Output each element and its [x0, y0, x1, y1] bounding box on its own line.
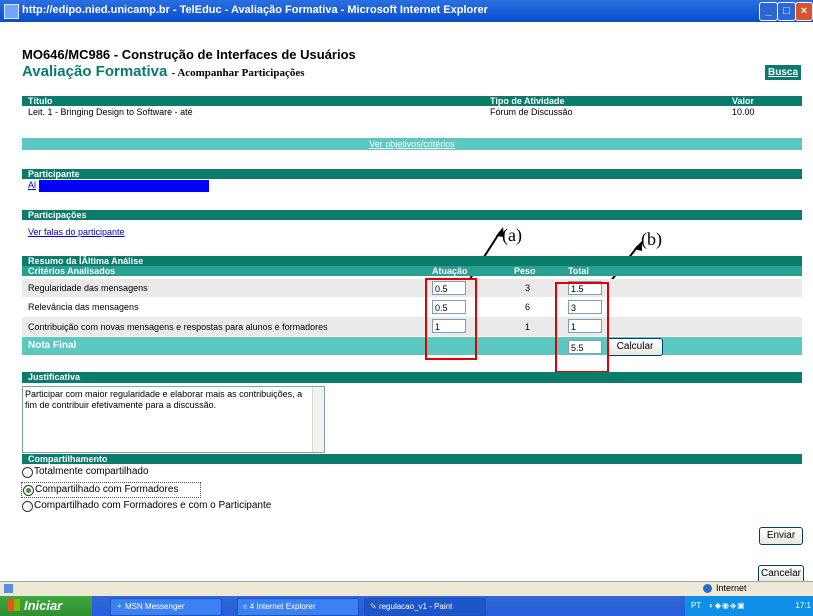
zone-label: Internet [716, 583, 747, 593]
sharing-option[interactable]: Totalmente compartilhado [22, 466, 802, 479]
participant-row: Al [22, 180, 802, 192]
clock: 17:1 [795, 601, 811, 610]
objectives-link[interactable]: Ver objetivos/critérios [369, 139, 455, 149]
justification-textarea[interactable]: Participar com maior regularidade e elab… [22, 386, 325, 453]
participant-name-link[interactable]: Al [28, 180, 36, 190]
col-criteria-label: Critérios Analisados [28, 266, 116, 276]
course-title: MO646/MC986 - Construção de Interfaces d… [22, 47, 356, 62]
activity-title: Leit. 1 - Bringing Design to Software - … [28, 107, 193, 117]
msn-icon: ✦ [116, 602, 123, 611]
view-posts-link[interactable]: Ver falas do participante [28, 227, 125, 237]
justification-text: Participar com maior regularidade e elab… [25, 389, 303, 410]
sharing-option[interactable]: Compartilhado com Formadores [21, 482, 201, 498]
minimize-button[interactable]: _ [759, 2, 778, 21]
criterion-label: Contribuição com novas mensagens e respo… [28, 322, 328, 332]
participant-header: Participante [22, 169, 802, 179]
window-titlebar[interactable]: http://edipo.nied.unicamp.br - TelEduc -… [0, 0, 813, 22]
summary-row: Regularidade das mensagens 0.5 3 1.5 [22, 279, 802, 297]
justification-scrollbar[interactable] [312, 387, 324, 452]
sharing-option-label: Compartilhado com Formadores [35, 484, 179, 495]
page-icon [4, 584, 13, 593]
send-button[interactable]: Enviar [759, 527, 803, 545]
maximize-button[interactable]: □ [777, 2, 796, 21]
language-indicator[interactable]: PT [691, 596, 701, 616]
col-weight-label: Peso [514, 266, 536, 276]
annotation-b: (b) [641, 229, 662, 249]
weight-value: 6 [525, 302, 531, 312]
col-total-label: Total [568, 266, 589, 276]
weight-value: 3 [525, 283, 531, 293]
ie-icon: e [243, 602, 248, 611]
taskbar-item-label: regulacao_v1 - Paint [378, 602, 453, 611]
criterion-label: Regularidade das mensagens [28, 283, 148, 293]
sharing-option[interactable]: Compartilhado com Formadores e com o Par… [22, 500, 802, 513]
summary-row: Contribuição com novas mensagens e respo… [22, 317, 802, 336]
weight-value: 1 [525, 322, 531, 332]
participant-name-redaction [39, 180, 209, 192]
start-label: Iniciar [24, 598, 63, 613]
section-title: Avaliação Formativa [22, 63, 168, 80]
sharing-header: Compartilhamento [22, 454, 802, 464]
sharing-option-label: Totalmente compartilhado [34, 466, 149, 477]
summary-column-header: Critérios Analisados Atuação Peso Total [22, 266, 802, 276]
col-score-label: Atuação [432, 266, 468, 276]
tray-icons[interactable]: ◐◆◉◈▣ [709, 596, 746, 616]
sharing-header-label: Compartilhamento [28, 454, 108, 464]
calculate-button[interactable]: Calcular [607, 338, 663, 356]
section-subtitle: - Acompanhar Participações [171, 67, 305, 79]
summary-header-label: Resumo da ÍÂltima Análise [28, 256, 144, 266]
activity-type: Fórum de Discussão [490, 107, 573, 117]
windows-logo-icon [8, 599, 20, 611]
summary-header: Resumo da ÍÂltima Análise [22, 256, 802, 266]
objectives-band: Ver objetivos/critérios [22, 138, 802, 150]
taskbar-item-paint[interactable]: ✎ regulacao_v1 - Paint [364, 598, 486, 616]
participant-header-label: Participante [28, 169, 80, 179]
sharing-radio-selected[interactable] [23, 485, 34, 496]
taskbar: Iniciar ✦ MSN Messenger e 4 Internet Exp… [0, 596, 813, 616]
participations-header: Participações [22, 210, 802, 220]
annotation-box-a [425, 278, 477, 360]
paint-icon: ✎ [370, 602, 377, 611]
annotation-box-b [555, 282, 609, 373]
justification-header-label: Justificativa [28, 372, 81, 382]
busca-link[interactable]: Busca [765, 65, 802, 80]
start-button[interactable]: Iniciar [0, 596, 92, 616]
page-title: Avaliação Formativa - Acompanhar Partici… [22, 63, 305, 80]
summary-row: Relevância das mensagens 0.5 6 3 [22, 298, 802, 316]
final-grade-label: Nota Final [28, 340, 77, 351]
col-title-label: Título [28, 96, 53, 106]
participations-header-label: Participações [28, 210, 87, 220]
ie-icon [4, 4, 19, 19]
activity-header-bar: Título Tipo de Atividade Valor [22, 96, 802, 106]
window-title: http://edipo.nied.unicamp.br - TelEduc -… [22, 4, 488, 16]
activity-row: Leit. 1 - Bringing Design to Software - … [22, 107, 802, 118]
internet-zone-icon [703, 584, 712, 593]
col-type-label: Tipo de Atividade [490, 96, 565, 106]
taskbar-item-label: 4 Internet Explorer [249, 602, 316, 611]
final-grade-row: Nota Final 5.5 Calcular [22, 337, 802, 356]
sharing-radio[interactable] [22, 501, 33, 512]
system-tray: PT ◐◆◉◈▣ 17:1 [685, 596, 813, 616]
close-button[interactable]: × [795, 2, 813, 21]
annotation-a: (a) [502, 225, 522, 245]
status-bar: Internet [0, 581, 813, 596]
sharing-option-label: Compartilhado com Formadores e com o Par… [34, 500, 272, 511]
criterion-label: Relevância das mensagens [28, 302, 139, 312]
col-value-label: Valor [732, 96, 755, 106]
activity-value: 10.00 [732, 107, 755, 117]
sharing-radio[interactable] [22, 467, 33, 478]
taskbar-item-msn[interactable]: ✦ MSN Messenger [110, 598, 222, 616]
taskbar-item-ie[interactable]: e 4 Internet Explorer [237, 598, 359, 616]
justification-header: Justificativa [22, 372, 802, 383]
participations-row: Ver falas do participante [22, 227, 802, 239]
taskbar-item-label: MSN Messenger [124, 602, 185, 611]
